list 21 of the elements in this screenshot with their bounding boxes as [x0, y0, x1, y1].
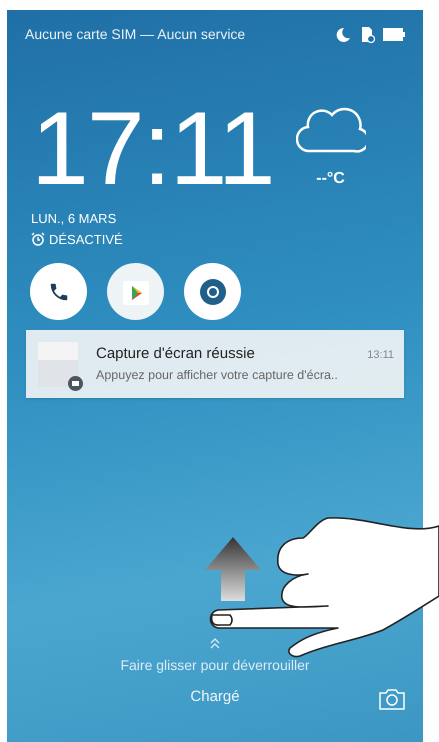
swipe-up-arrow-icon [205, 537, 261, 601]
unlock-hint-text: Faire glisser pour déverrouiller [120, 656, 310, 675]
clock-time: 17:11 [31, 97, 274, 201]
notification-title: Capture d'écran réussie [96, 344, 255, 364]
alarm-status-text: DÉSACTIVÉ [49, 230, 123, 248]
browser-icon [198, 278, 226, 306]
moon-icon [335, 26, 351, 42]
cloud-icon [296, 107, 366, 153]
sd-card-icon [359, 26, 375, 43]
notification-time: 13:11 [367, 348, 394, 364]
notification-card[interactable]: Capture d'écran réussie 13:11 Appuyez pour afficher votre capture d'écra.. [26, 330, 404, 398]
notification-text: Appuyez pour afficher votre capture d'écra.. [96, 366, 339, 384]
alarm-clock-icon [31, 232, 45, 246]
camera-icon [379, 688, 405, 710]
temperature-text: --°C [316, 169, 345, 189]
charge-status-text: Chargé [190, 686, 240, 706]
double-chevron-up-icon [209, 636, 221, 648]
date-text: LUN., 6 MARS [31, 210, 118, 228]
carrier-status-text: Aucune carte SIM — Aucun service [25, 25, 246, 44]
gallery-badge-icon [68, 376, 83, 390]
battery-icon [383, 28, 405, 41]
